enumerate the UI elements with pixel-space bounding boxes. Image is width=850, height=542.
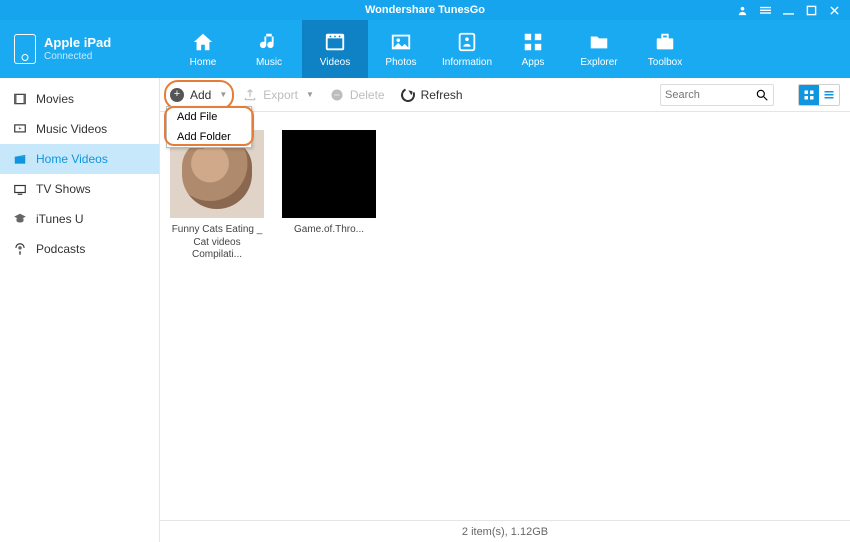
chevron-down-icon: ▼ <box>306 90 314 99</box>
title-bar: Wondershare TunesGo <box>0 0 850 20</box>
view-toggle <box>798 84 840 106</box>
sidebar-item-tv-shows[interactable]: TV Shows <box>0 174 159 204</box>
add-dropdown: Add File Add Folder <box>166 106 252 148</box>
film-icon <box>12 92 28 106</box>
delete-button[interactable]: Delete <box>330 88 385 102</box>
delete-icon <box>330 88 344 102</box>
thumbnail-label: Game.of.Thro... <box>294 224 364 237</box>
nav-information[interactable]: Information <box>434 20 500 78</box>
nav-music[interactable]: Music <box>236 20 302 78</box>
nav-apps[interactable]: Apps <box>500 20 566 78</box>
thumbnail-label: Funny Cats Eating _ Cat videos Compilati… <box>170 224 264 262</box>
add-folder-item[interactable]: Add Folder <box>167 127 251 147</box>
tablet-icon <box>14 34 36 64</box>
sidebar-item-itunes-u[interactable]: iTunes U <box>0 204 159 234</box>
add-file-item[interactable]: Add File <box>167 107 251 127</box>
search-box[interactable] <box>660 84 774 106</box>
sidebar-item-home-videos[interactable]: Home Videos <box>0 144 159 174</box>
thumbnail-image <box>282 130 376 218</box>
device-status: Connected <box>44 51 111 63</box>
device-box[interactable]: Apple iPad Connected <box>0 20 160 78</box>
device-name: Apple iPad <box>44 35 111 51</box>
sidebar-item-music-videos[interactable]: Music Videos <box>0 114 159 144</box>
video-item[interactable]: Game.of.Thro... <box>282 130 376 237</box>
nav-bar: Apple iPad Connected Home Music Videos P… <box>0 20 850 78</box>
list-view-button[interactable] <box>819 85 839 105</box>
clapper-icon <box>12 152 28 166</box>
export-button[interactable]: Export ▼ <box>243 88 314 102</box>
nav-toolbox[interactable]: Toolbox <box>632 20 698 78</box>
add-button[interactable]: + Add ▼ <box>170 88 227 102</box>
nav-explorer[interactable]: Explorer <box>566 20 632 78</box>
search-input[interactable] <box>665 89 755 101</box>
nav-photos[interactable]: Photos <box>368 20 434 78</box>
sidebar-item-movies[interactable]: Movies <box>0 84 159 114</box>
sidebar: Movies Music Videos Home Videos TV Shows… <box>0 78 160 542</box>
video-item[interactable]: Funny Cats Eating _ Cat videos Compilati… <box>170 130 264 262</box>
user-icon[interactable] <box>737 5 748 16</box>
screen-icon <box>12 122 28 136</box>
plus-icon: + <box>170 88 184 102</box>
minimize-button[interactable] <box>783 5 794 16</box>
search-icon <box>755 88 769 102</box>
app-title: Wondershare TunesGo <box>0 4 850 16</box>
toolbar: + Add ▼ Export ▼ Delete Refresh <box>160 78 850 112</box>
maximize-button[interactable] <box>806 5 817 16</box>
nav-videos[interactable]: Videos <box>302 20 368 78</box>
export-icon <box>243 88 257 102</box>
tv-icon <box>12 182 28 196</box>
graduation-icon <box>12 212 28 226</box>
podcast-icon <box>12 242 28 256</box>
refresh-icon <box>399 86 417 104</box>
nav-home[interactable]: Home <box>170 20 236 78</box>
sidebar-item-podcasts[interactable]: Podcasts <box>0 234 159 264</box>
menu-icon[interactable] <box>760 5 771 16</box>
refresh-button[interactable]: Refresh <box>401 88 463 102</box>
window-controls <box>737 0 840 20</box>
status-text: 2 item(s), 1.12GB <box>462 526 548 538</box>
chevron-down-icon: ▼ <box>219 90 227 99</box>
grid-view-button[interactable] <box>799 85 819 105</box>
content-grid: Funny Cats Eating _ Cat videos Compilati… <box>160 112 850 520</box>
close-button[interactable] <box>829 5 840 16</box>
status-bar: 2 item(s), 1.12GB <box>160 520 850 542</box>
